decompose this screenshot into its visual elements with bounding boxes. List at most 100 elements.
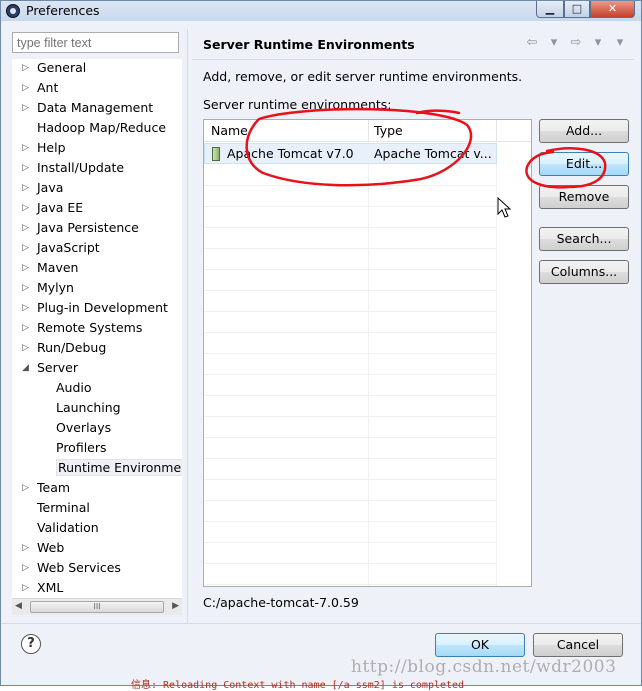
filter-input[interactable] bbox=[12, 32, 179, 53]
collapsed-arrow-icon[interactable]: ▷ bbox=[22, 539, 32, 557]
collapsed-arrow-icon[interactable]: ▷ bbox=[22, 259, 32, 277]
tree-item-label: Ant bbox=[37, 80, 59, 95]
forward-dropdown-icon[interactable]: ▾ bbox=[590, 35, 606, 50]
remove-button[interactable]: Remove bbox=[539, 185, 629, 209]
collapsed-arrow-icon[interactable]: ▷ bbox=[22, 59, 32, 77]
table-row bbox=[204, 522, 497, 543]
collapsed-arrow-icon[interactable]: ▷ bbox=[22, 279, 32, 297]
tree-item[interactable]: ▷ Run/Debug bbox=[22, 339, 106, 359]
column-header-name[interactable]: Name bbox=[211, 123, 248, 138]
collapsed-arrow-icon[interactable]: ▷ bbox=[22, 559, 32, 577]
maximize-button[interactable]: □ bbox=[564, 1, 590, 18]
collapsed-arrow-icon[interactable]: ▷ bbox=[22, 239, 32, 257]
pane-divider[interactable] bbox=[187, 29, 188, 623]
view-menu-icon[interactable]: ▾ bbox=[612, 35, 628, 50]
tree-item-label: Java EE bbox=[37, 200, 84, 215]
table-row bbox=[204, 396, 497, 417]
scroll-thumb[interactable]: III bbox=[30, 601, 164, 613]
tree-item[interactable]: ▷ Web Services bbox=[22, 559, 121, 579]
help-icon[interactable]: ? bbox=[21, 634, 41, 654]
tree-item-label: Install/Update bbox=[37, 160, 125, 175]
tree-item[interactable]: ▷ Remote Systems bbox=[22, 319, 143, 339]
cancel-button[interactable]: Cancel bbox=[533, 633, 623, 657]
tree-item[interactable]: ▷ Install/Update bbox=[22, 159, 125, 179]
table-row bbox=[204, 564, 497, 585]
close-button[interactable]: ✕ bbox=[590, 1, 635, 18]
expanded-arrow-icon[interactable]: ◢ bbox=[22, 359, 32, 377]
collapsed-arrow-icon[interactable]: ▷ bbox=[22, 159, 32, 177]
tree-item-label: General bbox=[37, 60, 87, 75]
ok-button[interactable]: OK bbox=[435, 633, 525, 657]
tree-item[interactable]: Terminal bbox=[37, 499, 90, 519]
collapsed-arrow-icon[interactable]: ▷ bbox=[22, 199, 32, 217]
footer-divider bbox=[1, 623, 641, 624]
back-dropdown-icon[interactable]: ▾ bbox=[546, 35, 562, 50]
collapsed-arrow-icon[interactable]: ▷ bbox=[22, 479, 32, 497]
edit-button[interactable]: Edit... bbox=[539, 152, 629, 176]
scroll-left-arrow-icon[interactable]: ◀ bbox=[15, 601, 22, 611]
collapsed-arrow-icon[interactable]: ▷ bbox=[22, 99, 32, 117]
table-row bbox=[204, 249, 497, 270]
collapsed-arrow-icon[interactable]: ▷ bbox=[22, 139, 32, 157]
table-row bbox=[204, 207, 497, 228]
search-button[interactable]: Search... bbox=[539, 227, 629, 251]
table-row bbox=[204, 354, 497, 375]
add-button[interactable]: Add... bbox=[539, 119, 629, 143]
tree-item-label: Profilers bbox=[56, 440, 107, 455]
title-bar[interactable]: Preferences ▁ □ ✕ bbox=[1, 1, 641, 21]
tree-item[interactable]: ◢ Server bbox=[22, 359, 78, 379]
tree-item[interactable]: ▷ Ant bbox=[22, 79, 59, 99]
tree-item[interactable]: Profilers bbox=[56, 439, 107, 459]
tree-item[interactable]: Hadoop Map/Reduce bbox=[37, 119, 166, 139]
tree-item[interactable]: ▷ JavaScript bbox=[22, 239, 100, 259]
tree-item[interactable]: Launching bbox=[56, 399, 121, 419]
tree-item-label: XML bbox=[37, 580, 64, 595]
tree-item[interactable]: ▷ Data Management bbox=[22, 99, 153, 119]
table-row bbox=[204, 480, 497, 501]
tree-item[interactable]: ▷ XML bbox=[22, 579, 64, 599]
collapsed-arrow-icon[interactable]: ▷ bbox=[22, 319, 32, 337]
tree-item[interactable]: Audio bbox=[56, 379, 92, 399]
collapsed-arrow-icon[interactable]: ▷ bbox=[22, 339, 32, 357]
tree-item-label: Launching bbox=[56, 400, 121, 415]
tree-item-label: Remote Systems bbox=[37, 320, 143, 335]
page-title: Server Runtime Environments bbox=[203, 37, 415, 52]
watermark-text: http://blog.csdn.net/wdr2003 bbox=[351, 657, 617, 677]
console-text-strip: 信息: Reloading Context with name [/a ssm2… bbox=[131, 680, 465, 691]
tree-item[interactable]: ▷ Java bbox=[22, 179, 63, 199]
collapsed-arrow-icon[interactable]: ▷ bbox=[22, 79, 32, 97]
tree-item[interactable]: ▷ General bbox=[22, 59, 87, 79]
table-row[interactable]: Apache Tomcat v7.0 Apache Tomcat v... bbox=[204, 143, 497, 164]
minimize-button[interactable]: ▁ bbox=[536, 1, 564, 18]
tree-item[interactable]: ▷ Plug-in Development bbox=[22, 299, 168, 319]
columns-button[interactable]: Columns... bbox=[539, 260, 629, 284]
tree-item[interactable]: ▷ Java EE bbox=[22, 199, 84, 219]
tree-item-label: JavaScript bbox=[37, 240, 100, 255]
tree-item[interactable]: Overlays bbox=[56, 419, 111, 439]
collapsed-arrow-icon[interactable]: ▷ bbox=[22, 299, 32, 317]
forward-arrow-icon[interactable]: ⇨ bbox=[568, 35, 584, 50]
scroll-right-arrow-icon[interactable]: ▶ bbox=[172, 601, 179, 611]
collapsed-arrow-icon[interactable]: ▷ bbox=[22, 179, 32, 197]
column-header-type[interactable]: Type bbox=[374, 123, 403, 138]
table-label: Server runtime environments: bbox=[203, 97, 392, 112]
tree-horizontal-scrollbar[interactable]: ◀ III ▶ bbox=[12, 598, 182, 615]
tree-item[interactable]: Validation bbox=[37, 519, 99, 539]
tree-item[interactable]: ▷ Team bbox=[22, 479, 70, 499]
preferences-tree: ▷ General ▷ Ant ▷ Data Management Hadoop Map/R… bbox=[12, 59, 182, 615]
tree-item[interactable]: ▷ Java Persistence bbox=[22, 219, 139, 239]
tree-item-label: Hadoop Map/Reduce bbox=[37, 120, 167, 135]
tree-item-label: Runtime Environment bbox=[56, 459, 182, 476]
preferences-window: Preferences ▁ □ ✕ ▷ General ▷ Ant ▷ Data Mana… bbox=[0, 0, 642, 691]
tree-item[interactable]: Runtime Environment bbox=[56, 459, 182, 479]
tree-item[interactable]: ▷ Web bbox=[22, 539, 64, 559]
collapsed-arrow-icon[interactable]: ▷ bbox=[22, 579, 32, 597]
back-arrow-icon[interactable]: ⇦ bbox=[524, 35, 540, 50]
collapsed-arrow-icon[interactable]: ▷ bbox=[22, 219, 32, 237]
tree-item[interactable]: ▷ Mylyn bbox=[22, 279, 74, 299]
tree-item-label: Plug-in Development bbox=[37, 300, 168, 315]
tree-item[interactable]: ▷ Help bbox=[22, 139, 66, 159]
column-separator[interactable] bbox=[496, 120, 497, 142]
column-separator[interactable] bbox=[368, 120, 369, 142]
tree-item[interactable]: ▷ Maven bbox=[22, 259, 78, 279]
